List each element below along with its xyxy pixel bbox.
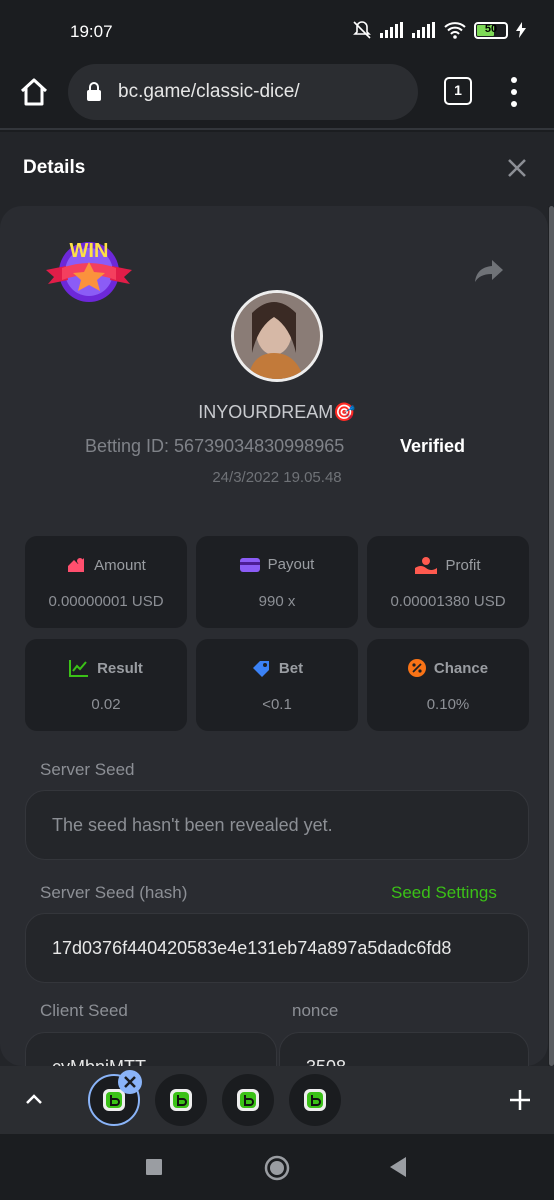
betting-id: Betting ID: 56739034830998965 [85,436,345,456]
signal-icon [380,22,403,38]
stat-label: Profit [445,556,481,574]
tab-thumbnail-3[interactable] [222,1074,274,1126]
server-hash-value: 17d0376f440420583e4e131eb74a897a5dadc6fd… [52,938,452,958]
new-tab-plus-icon[interactable] [506,1086,534,1114]
tab-thumbnail-4[interactable] [289,1074,341,1126]
server-hash-label: Server Seed (hash) [40,883,188,902]
payout-icon [239,557,260,572]
tab-thumbnail-2[interactable] [155,1074,207,1126]
nonce-label: nonce [292,1001,339,1020]
server-seed-field[interactable]: The seed hasn't been revealed yet. [25,790,529,860]
browser-toolbar: bc.game/classic-dice/ 1 [0,56,554,130]
chevron-up-icon[interactable] [22,1088,46,1112]
stat-label: Result [97,659,143,677]
system-nav-bar [0,1134,554,1200]
avatar-photo [234,293,320,379]
chance-icon [407,659,426,677]
charging-icon [516,22,526,38]
stat-label: Bet [278,659,304,677]
stat-label: Chance [433,659,489,677]
recents-icon[interactable] [145,1158,163,1176]
url-text: bc.game/classic-dice/ [118,81,300,102]
stat-value: <0.1 [262,696,292,713]
stat-chance: Chance 0.10% [367,639,529,731]
tab-group-strip [0,1066,554,1134]
bet-date: 24/3/2022 19.05.48 [212,469,342,486]
scrollbar[interactable] [549,206,554,1066]
stat-value: 0.00001380 USD [390,593,506,610]
stat-bet: Bet <0.1 [196,639,358,731]
close-icon[interactable] [505,156,529,180]
tab-close-icon[interactable] [118,1070,142,1094]
username: INYOURDREAM🎯 [198,402,356,422]
stat-amount: Amount 0.00000001 USD [25,536,187,628]
lock-icon [87,82,101,101]
bcgame-favicon-icon [304,1089,326,1111]
client-seed-value: cyMbniMTT [52,1057,146,1066]
server-seed-label: Server Seed [40,760,135,779]
status-icons: 50 [352,20,526,40]
bet-icon [252,661,269,677]
back-icon[interactable] [388,1156,408,1178]
home-icon[interactable] [16,74,52,110]
battery-level: 50 [484,22,498,35]
stat-value: 0.00000001 USD [48,593,164,610]
bcgame-favicon-icon [237,1089,259,1111]
address-bar[interactable]: bc.game/classic-dice/ [68,64,418,120]
stat-value: 0.02 [91,696,121,713]
stat-label: Payout [267,556,315,573]
home-nav-icon[interactable] [263,1154,291,1182]
stat-payout: Payout 990 x [196,536,358,628]
win-badge-text: WIN [69,240,109,262]
stat-value: 0.10% [426,696,470,713]
client-seed-field[interactable]: cyMbniMTT [25,1032,277,1066]
mute-icon [353,21,371,39]
status-bar: 19:07 50 [0,0,554,56]
stat-profit: Profit 0.00001380 USD [367,536,529,628]
share-icon[interactable] [474,258,504,284]
signal-icon-2 [412,22,435,38]
nonce-field[interactable]: 3508 [279,1032,529,1066]
server-hash-field[interactable]: 17d0376f440420583e4e131eb74a897a5dadc6fd… [25,913,529,983]
stat-label: Amount [94,556,146,574]
client-seed-label: Client Seed [40,1001,128,1020]
details-header: Details [0,132,554,206]
seed-settings-link[interactable]: Seed Settings [391,883,497,903]
page-title: Details [23,157,86,178]
status-time: 19:07 [70,22,113,41]
verified-badge[interactable]: Verified [400,436,465,457]
bcgame-favicon-icon [170,1089,192,1111]
result-icon [69,660,89,677]
nonce-value: 3508 [306,1057,346,1066]
wifi-icon [444,22,466,39]
amount-icon [68,558,85,572]
stat-result: Result 0.02 [25,639,187,731]
stat-value: 990 x [258,593,296,610]
avatar [231,290,323,382]
bet-details-card: WIN INYOURDREAM🎯 Betting ID: 56739034830… [0,206,548,1066]
tab-switcher-button[interactable]: 1 [444,77,472,105]
details-panel: WIN INYOURDREAM🎯 Betting ID: 56739034830… [0,206,554,1066]
battery-icon: 50 [474,21,508,39]
profit-icon [415,557,438,574]
more-menu-icon[interactable] [504,74,524,110]
server-seed-value: The seed hasn't been revealed yet. [52,815,333,835]
win-badge: WIN [44,236,134,308]
